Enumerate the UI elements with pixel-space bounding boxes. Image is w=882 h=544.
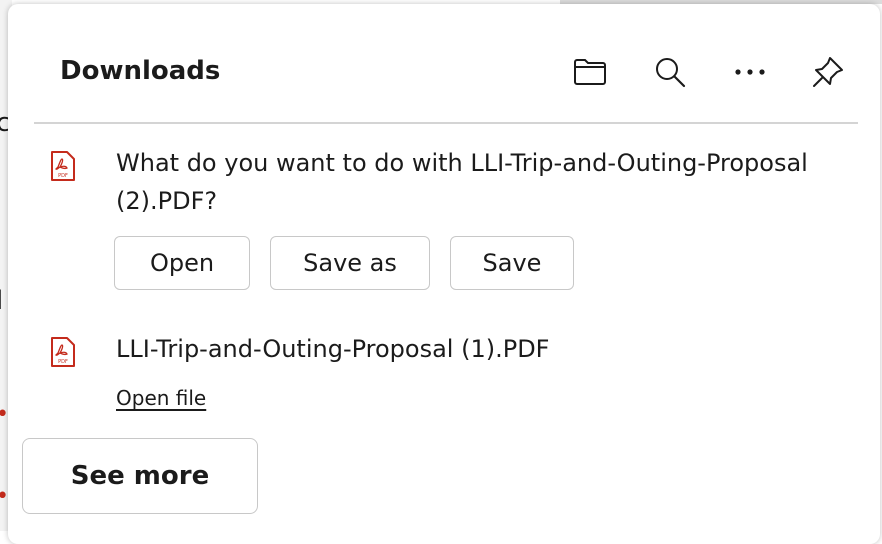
open-file-link[interactable]: Open file	[116, 386, 206, 410]
see-more-button[interactable]: See more	[22, 438, 258, 514]
download-filename: LLI-Trip-and-Outing-Proposal (1).PDF	[116, 335, 550, 363]
downloads-header: Downloads	[8, 4, 868, 122]
downloads-panel: Downloads PDF What do you want to do wit…	[8, 4, 880, 544]
pdf-icon-label: PDF	[58, 173, 68, 179]
save-button[interactable]: Save	[450, 236, 574, 290]
folder-icon[interactable]	[570, 52, 610, 92]
pin-icon[interactable]	[808, 52, 848, 92]
panel-title: Downloads	[60, 56, 221, 86]
background-glyph: l	[0, 286, 3, 316]
more-icon[interactable]	[730, 52, 770, 92]
save-as-button[interactable]: Save as	[270, 236, 430, 290]
pdf-icon-label: PDF	[58, 359, 68, 365]
open-button[interactable]: Open	[114, 236, 250, 290]
header-divider	[34, 122, 858, 124]
download-actions: Open Save as Save	[114, 236, 574, 290]
pdf-icon: PDF	[50, 150, 76, 182]
download-prompt: What do you want to do with LLI-Trip-and…	[116, 149, 808, 215]
pdf-icon: PDF	[50, 336, 76, 368]
search-icon[interactable]	[650, 52, 690, 92]
